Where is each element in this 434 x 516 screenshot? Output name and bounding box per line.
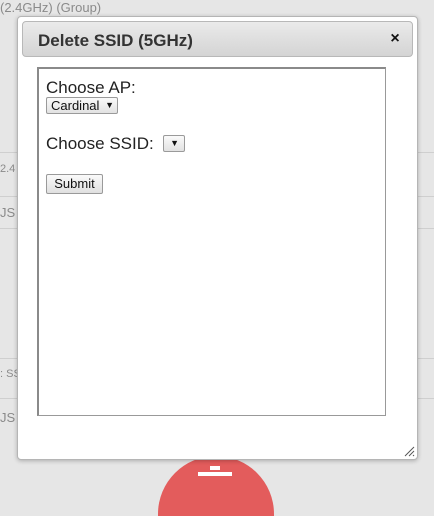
choose-ssid-label: Choose SSID:: [46, 134, 154, 153]
dialog-title: Delete SSID (5GHz): [38, 31, 193, 50]
background-row-fragment: JS: [0, 410, 16, 425]
trash-icon: [198, 466, 232, 476]
ap-select-value: Cardinal: [51, 98, 100, 113]
choose-ap-label: Choose AP:: [46, 78, 136, 97]
background-row-fragment: JS: [0, 205, 16, 220]
resize-grip-icon[interactable]: [403, 445, 415, 457]
chevron-down-icon: ▼: [105, 100, 114, 110]
delete-fab-button[interactable]: [158, 456, 274, 516]
ap-select[interactable]: Cardinal ▼: [46, 97, 118, 114]
dialog-titlebar[interactable]: Delete SSID (5GHz) ×: [22, 21, 413, 57]
delete-ssid-dialog: Delete SSID (5GHz) × Choose AP: Cardinal…: [17, 16, 418, 460]
ssid-select[interactable]: ▼: [163, 135, 185, 152]
submit-button[interactable]: Submit: [46, 174, 103, 194]
background-group-heading: (2.4GHz) (Group): [0, 0, 102, 15]
dialog-content-frame: Choose AP: Cardinal ▼ Choose SSID: ▼ Sub…: [37, 67, 386, 416]
background-row-fragment: 2.4: [0, 163, 16, 175]
close-icon[interactable]: ×: [385, 29, 405, 49]
chevron-down-icon: ▼: [170, 138, 179, 148]
